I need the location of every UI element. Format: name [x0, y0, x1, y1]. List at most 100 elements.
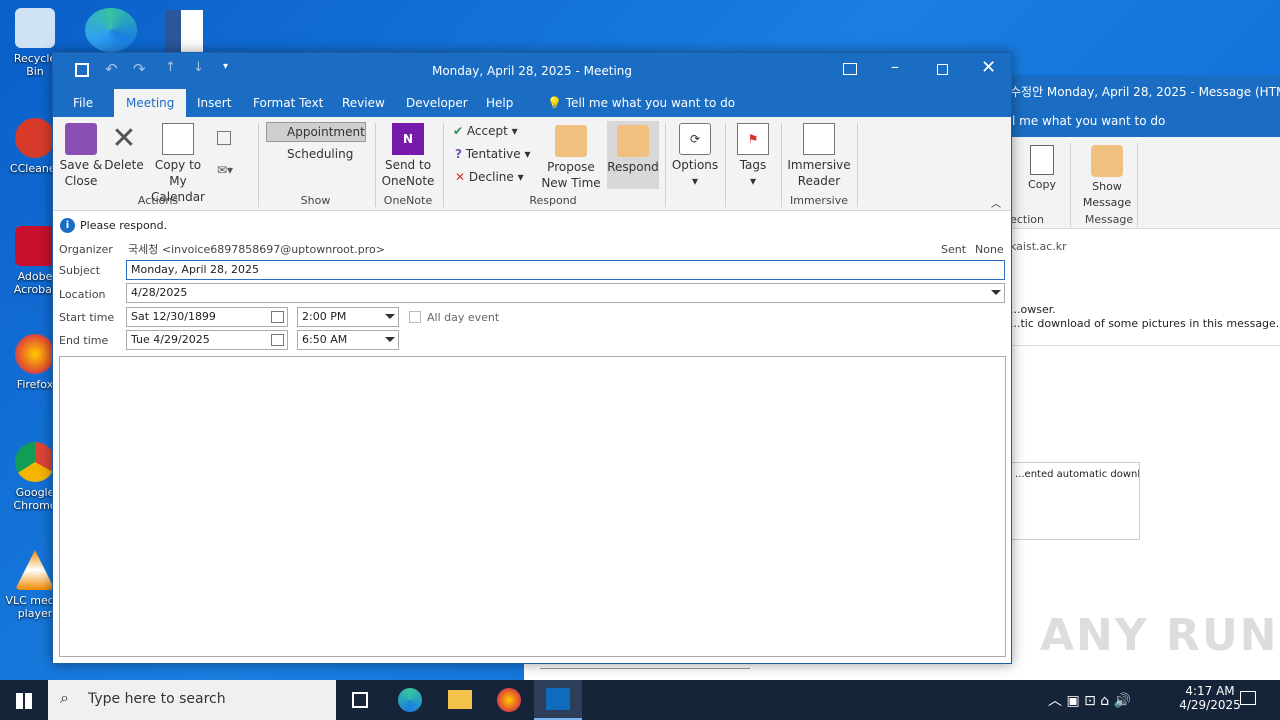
accept-button[interactable]: ✔ Accept ▾ [453, 123, 518, 139]
tab-insert[interactable]: Insert [185, 89, 243, 117]
minimize-button[interactable]: – [891, 57, 899, 76]
tentative-button[interactable]: ? Tentative ▾ [455, 146, 531, 162]
sender-domain: kaist.ac.kr [1010, 240, 1067, 253]
end-time-dropdown[interactable]: 6:50 AM [297, 330, 399, 350]
appointment-button[interactable]: Appointment [266, 122, 366, 142]
start-date-field[interactable]: Sat 12/30/1899 [126, 307, 288, 327]
background-tell-me[interactable]: Tell me what you want to do [1010, 105, 1280, 137]
anyrun-watermark: ANY RUN [1040, 610, 1279, 661]
options-icon: ⟳ [679, 123, 711, 155]
subject-field[interactable]: Monday, April 28, 2025 [126, 260, 1005, 280]
propose-new-time-button[interactable]: Propose New Time [537, 125, 605, 191]
delete-icon: ✕ [111, 121, 137, 156]
tray-icons[interactable]: ︿ ▣ ⊡ ⌂ 🔊 [1048, 690, 1131, 710]
forward-icon[interactable]: ✉▾ [217, 163, 233, 177]
group-actions: Actions [137, 194, 179, 207]
meeting-window[interactable]: ↶ ↷ ↑ ↓ ▾ Monday, April 28, 2025 - Meeti… [52, 52, 1012, 664]
ccleaner-icon [15, 118, 55, 158]
tab-file[interactable]: File [61, 89, 105, 117]
onenote-icon: N [392, 123, 424, 155]
all-day-label: All day event [427, 311, 500, 324]
tab-meeting[interactable]: Meeting [114, 89, 187, 117]
calendar-icon [162, 123, 194, 155]
chrome-icon [15, 442, 55, 482]
tags-button[interactable]: ⚑ Tags ▾ [729, 123, 777, 189]
organizer-value: 국세청 <invoice6897858697@uptownroot.pro> [128, 243, 385, 256]
subject-label: Subject [59, 264, 101, 277]
ribbon-tabs: File Meeting Insert Format Text Review D… [53, 89, 1011, 117]
scheduling-button[interactable]: Scheduling [267, 146, 367, 162]
end-date-field[interactable]: Tue 4/29/2025 [126, 330, 288, 350]
background-window-title: 수정안 Monday, April 28, 2025 - Message (HT… [1010, 75, 1280, 105]
respond-button[interactable]: Respond [607, 121, 659, 189]
group-onenote: OneNote [383, 194, 433, 207]
tab-format-text[interactable]: Format Text [241, 89, 335, 117]
meeting-body[interactable] [59, 356, 1006, 657]
start-button[interactable] [16, 693, 32, 709]
respond-icon [617, 125, 649, 157]
calendar-search-icon[interactable] [217, 131, 231, 145]
options-button[interactable]: ⟳ Options ▾ [669, 123, 721, 189]
edge-desktop-icon[interactable] [85, 8, 137, 52]
send-to-onenote-button[interactable]: N Send to OneNote [379, 123, 437, 189]
notification-icon[interactable] [1240, 691, 1256, 705]
location-field[interactable]: 4/28/2025 [126, 283, 1005, 303]
ribbon: Save & Close ✕ Delete Copy to My Calendar… [53, 117, 1011, 211]
start-time-dropdown[interactable]: 2:00 PM [297, 307, 399, 327]
chevron-down-icon [385, 314, 395, 319]
tab-help[interactable]: Help [474, 89, 525, 117]
title-bar: ↶ ↷ ↑ ↓ ▾ Monday, April 28, 2025 - Meeti… [53, 53, 1011, 89]
tab-review[interactable]: Review [330, 89, 397, 117]
immersive-reader-icon [803, 123, 835, 155]
sent-value: None [975, 243, 1004, 256]
show-message-button[interactable]: Show Message [1076, 145, 1138, 211]
lightbulb-icon: 💡 [547, 96, 566, 110]
background-ribbon: Copy Show Message Message Selection [1010, 137, 1280, 229]
taskbar: ⌕ Type here to search ︿ ▣ ⊡ ⌂ 🔊 4:17 AM 4/… [0, 680, 1280, 720]
info-line-1: ...owser. [1010, 303, 1056, 316]
outlook-taskbar-button[interactable] [534, 680, 582, 720]
group-immersive: Immersive [789, 194, 849, 207]
calendar-picker-icon [271, 311, 284, 323]
maximize-button[interactable] [937, 64, 948, 75]
taskbar-search[interactable]: ⌕ Type here to search [48, 680, 336, 720]
vlc-icon [15, 550, 55, 590]
outlook-icon [546, 688, 570, 710]
firefox-icon [15, 334, 55, 374]
chevron-down-icon [385, 337, 395, 342]
info-icon: i [60, 218, 75, 233]
show-message-icon [1091, 145, 1123, 177]
acrobat-icon [15, 226, 55, 266]
delete-button[interactable]: ✕ Delete [103, 123, 145, 173]
recycle-bin-icon [15, 8, 55, 48]
chevron-down-icon [991, 290, 1001, 295]
copy-to-calendar-button[interactable]: Copy to My Calendar [145, 123, 211, 205]
collapse-ribbon-icon[interactable]: ︿ [991, 195, 1001, 210]
start-time-label: Start time [59, 311, 115, 324]
ribbon-display-options-icon[interactable] [843, 63, 857, 75]
save-close-button[interactable]: Save & Close [59, 123, 103, 189]
group-message: Message [1084, 213, 1134, 226]
word-desktop-icon[interactable] [165, 10, 203, 52]
all-day-checkbox[interactable] [409, 311, 421, 323]
search-icon: ⌕ [60, 688, 69, 707]
close-button[interactable]: ✕ [981, 57, 996, 78]
sent-label: Sent [941, 243, 967, 256]
tell-me-search[interactable]: 💡 Tell me what you want to do [535, 89, 747, 117]
immersive-reader-button[interactable]: Immersive Reader [785, 123, 853, 189]
info-bar-text: Please respond. [80, 219, 168, 232]
flag-icon: ⚑ [737, 123, 769, 155]
blocked-image-box: ...ented automatic download [1010, 462, 1140, 540]
firefox-taskbar-icon[interactable] [497, 688, 521, 712]
file-explorer-icon[interactable] [448, 690, 472, 709]
group-selection: Selection [1010, 213, 1044, 226]
copy-icon [1030, 145, 1054, 175]
info-line-2[interactable]: ...tic download of some pictures in this… [1010, 317, 1279, 330]
save-close-icon [65, 123, 97, 155]
group-respond: Respond [529, 194, 577, 207]
task-view-icon[interactable] [352, 692, 368, 708]
tab-developer[interactable]: Developer [394, 89, 480, 117]
copy-button[interactable]: Copy [1024, 145, 1060, 193]
edge-taskbar-icon[interactable] [398, 688, 422, 712]
decline-button[interactable]: ✕ Decline ▾ [455, 169, 524, 185]
